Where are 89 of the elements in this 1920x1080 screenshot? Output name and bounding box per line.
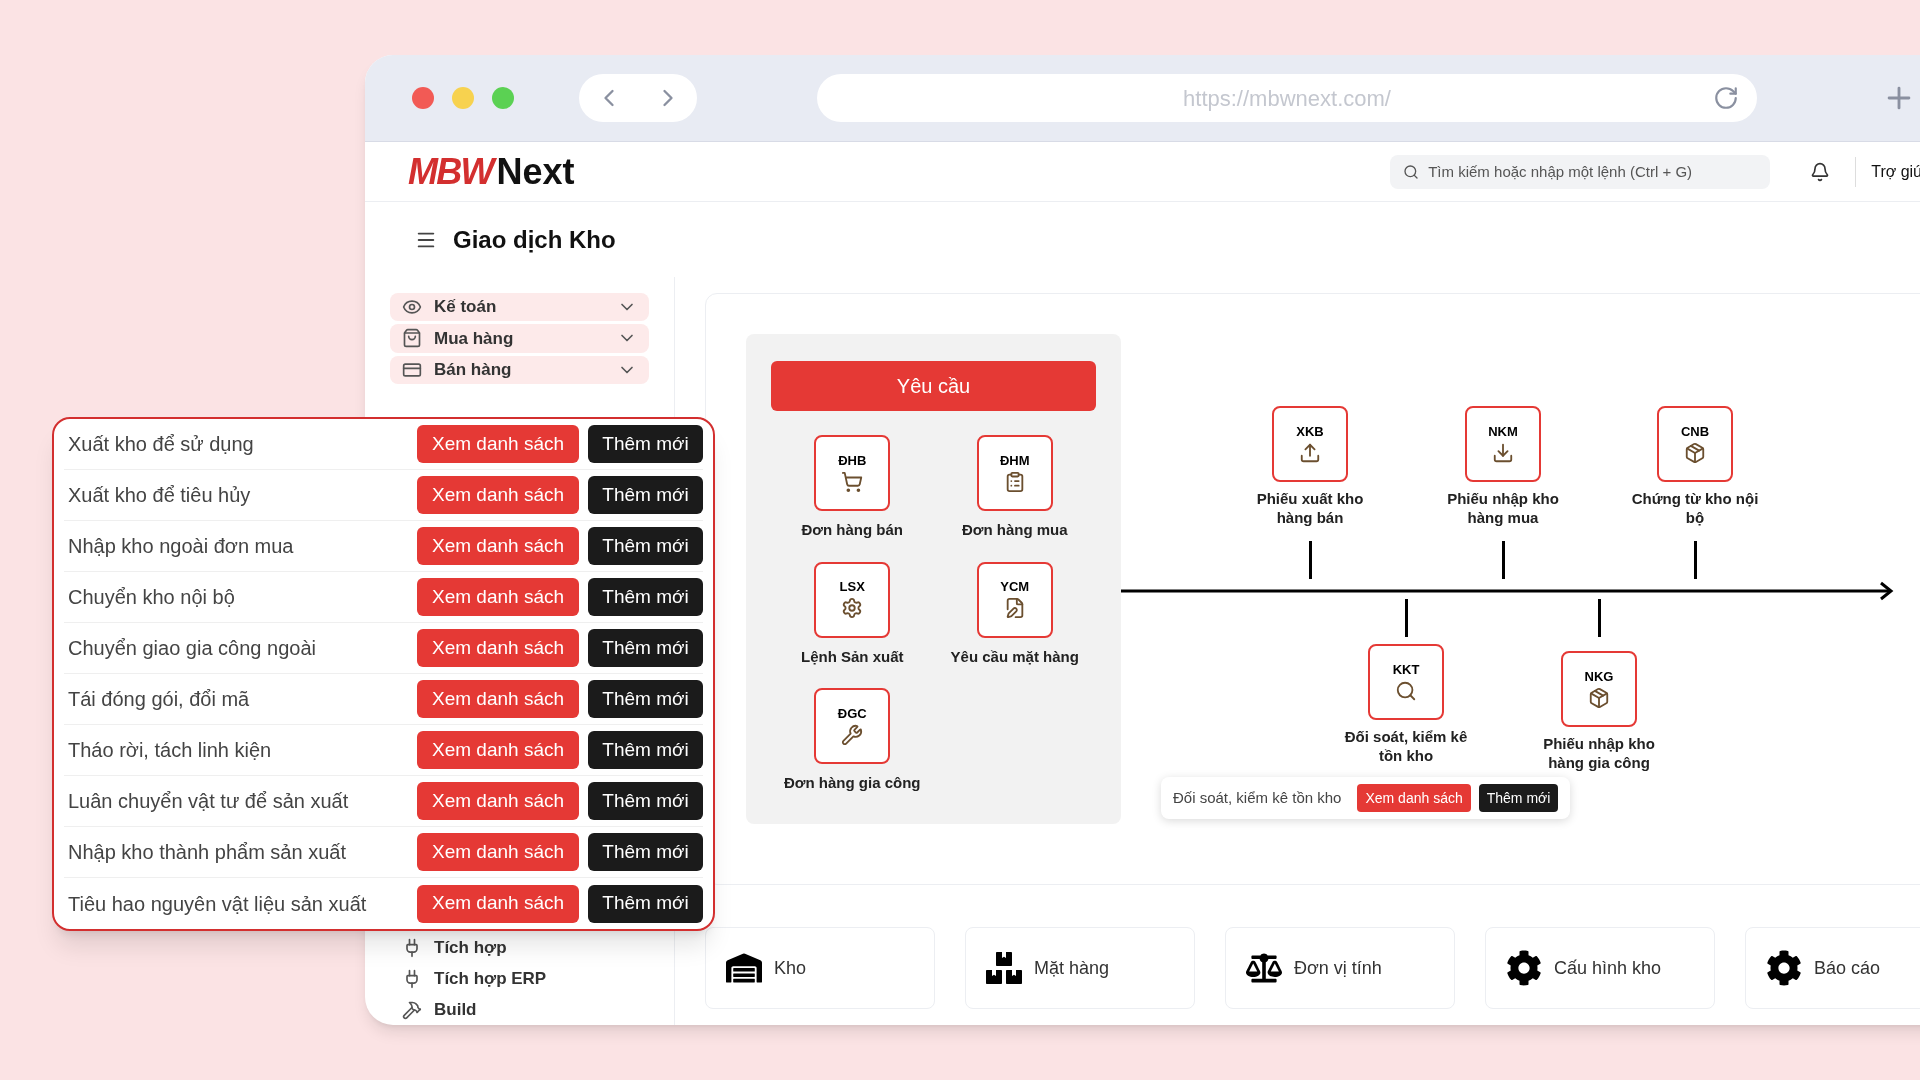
timeline-stem <box>1405 599 1408 637</box>
boxes-icon <box>986 950 1022 986</box>
gear-icon <box>841 597 864 619</box>
action-label: Luân chuyển vật tư để sản xuất <box>68 789 349 814</box>
action-label: Tiêu hao nguyên vật liệu sản xuất <box>68 891 367 917</box>
tray-upload-icon <box>1299 441 1321 464</box>
add-new-button[interactable]: Thêm mới <box>588 782 703 820</box>
timeline-stem <box>1502 541 1505 579</box>
action-label: Xuất kho để sử dụng <box>68 432 254 457</box>
request-label: Yêu cầu mặt hàng <box>950 646 1079 667</box>
add-new-button[interactable]: Thêm mới <box>588 578 703 616</box>
add-new-button[interactable]: Thêm mới <box>588 833 703 871</box>
add-new-button[interactable]: Thêm mới <box>588 425 703 463</box>
sidebar-item-icon <box>402 999 422 1020</box>
tooltip-label: Đối soát, kiểm kê tồn kho <box>1173 787 1342 808</box>
sidebar-group[interactable]: Kế toán <box>390 293 649 322</box>
request-button[interactable]: Yêu cầu <box>771 361 1096 411</box>
bell-icon[interactable] <box>1810 161 1831 182</box>
page-title: Giao dịch Kho <box>453 224 616 255</box>
add-new-button[interactable]: Thêm mới <box>588 680 703 718</box>
magnifier-icon <box>1395 679 1417 702</box>
app-logo[interactable]: MBWNext <box>408 144 575 199</box>
add-new-button[interactable]: Thêm mới <box>588 527 703 565</box>
action-label: Nhập kho thành phẩm sản xuất <box>68 840 346 865</box>
gear-icon <box>1766 950 1802 986</box>
timeline-stem <box>1598 599 1601 637</box>
view-list-button[interactable]: Xem danh sách <box>417 578 579 616</box>
add-new-button[interactable]: Thêm mới <box>588 476 703 514</box>
view-list-button[interactable]: Xem danh sách <box>417 731 579 769</box>
view-list-button[interactable]: Xem danh sách <box>1357 784 1471 812</box>
view-list-button[interactable]: Xem danh sách <box>417 425 579 463</box>
shortcut-tile[interactable]: Đơn vị tính <box>1225 927 1455 1009</box>
package-icon <box>1588 686 1610 709</box>
request-label: Lệnh Sản xuất <box>801 646 904 667</box>
sidebar-item[interactable]: Tích hợp <box>390 932 649 964</box>
shortcut-tile[interactable]: Mặt hàng <box>965 927 1195 1009</box>
reload-icon[interactable] <box>1713 85 1739 111</box>
node-label: Phiếu nhập kho hàng mua <box>1446 490 1560 528</box>
code-tile[interactable]: XKB <box>1272 406 1348 482</box>
wrench-icon <box>841 723 864 746</box>
add-new-button[interactable]: Thêm mới <box>1478 784 1559 812</box>
view-list-button[interactable]: Xem danh sách <box>417 476 579 514</box>
add-new-button[interactable]: Thêm mới <box>588 884 703 923</box>
search-icon <box>1403 163 1420 180</box>
action-label: Tháo rời, tách linh kiện <box>68 738 272 763</box>
search-field[interactable]: Tìm kiếm hoặc nhập một lệnh (Ctrl + G) <box>1390 154 1771 189</box>
view-list-button[interactable]: Xem danh sách <box>417 833 579 871</box>
code-tile[interactable]: ĐGC <box>814 688 891 764</box>
action-label: Tái đóng gói, đổi mã <box>68 687 250 712</box>
node-label: Đối soát, kiểm kê tồn kho <box>1343 728 1469 766</box>
request-label: Đơn hàng gia công <box>784 773 921 793</box>
action-label: Nhập kho ngoài đơn mua <box>68 534 294 559</box>
sidebar-group[interactable]: Mua hàng <box>390 324 649 353</box>
sidebar-item[interactable]: Tích hợp ERP <box>390 963 649 995</box>
sidebar-item-icon <box>402 328 422 349</box>
view-list-button[interactable]: Xem danh sách <box>417 680 579 718</box>
cart-icon <box>841 470 864 493</box>
timeline-stem <box>1694 541 1697 579</box>
code-tile[interactable]: KKT <box>1368 644 1444 720</box>
code-tile[interactable]: ĐHM <box>976 435 1053 511</box>
code-tile[interactable]: YCM <box>976 561 1053 638</box>
shortcut-tile[interactable]: Kho <box>705 927 935 1009</box>
code-tile[interactable]: ĐHB <box>814 435 891 511</box>
settings-icon <box>1506 950 1542 986</box>
code-tile[interactable]: LSX <box>814 561 891 638</box>
shortcut-tile[interactable]: Báo cáo <box>1745 927 1920 1009</box>
node-label: Chứng từ kho nội bộ <box>1630 490 1760 528</box>
view-list-button[interactable]: Xem danh sách <box>417 629 579 667</box>
view-list-button[interactable]: Xem danh sách <box>417 527 579 565</box>
package-icon <box>1684 441 1706 464</box>
tray-download-icon <box>1492 441 1514 464</box>
view-list-button[interactable]: Xem danh sách <box>417 884 579 923</box>
code-tile[interactable]: NKG <box>1561 651 1637 727</box>
add-new-button[interactable]: Thêm mới <box>588 731 703 769</box>
timeline-stem <box>1309 541 1312 579</box>
shortcut-tile[interactable]: Cấu hình kho <box>1485 927 1715 1009</box>
sidebar-group[interactable]: Bán hàng <box>390 355 649 384</box>
node-label: Phiếu xuất kho hàng bán <box>1255 490 1365 528</box>
view-list-button[interactable]: Xem danh sách <box>417 782 579 820</box>
node-label: Phiếu nhập kho hàng gia công <box>1542 735 1656 773</box>
code-tile[interactable]: CNB <box>1657 406 1733 482</box>
request-label: Đơn hàng mua <box>961 520 1068 540</box>
request-label: Đơn hàng bán <box>801 520 903 540</box>
action-label: Xuất kho để tiêu hủy <box>68 483 251 508</box>
action-label: Chuyển kho nội bộ <box>68 585 235 610</box>
action-label: Chuyển giao gia công ngoài <box>68 636 316 661</box>
add-new-button[interactable]: Thêm mới <box>588 629 703 667</box>
code-tile[interactable]: NKM <box>1465 406 1541 482</box>
sidebar-item[interactable]: Build <box>390 994 649 1025</box>
